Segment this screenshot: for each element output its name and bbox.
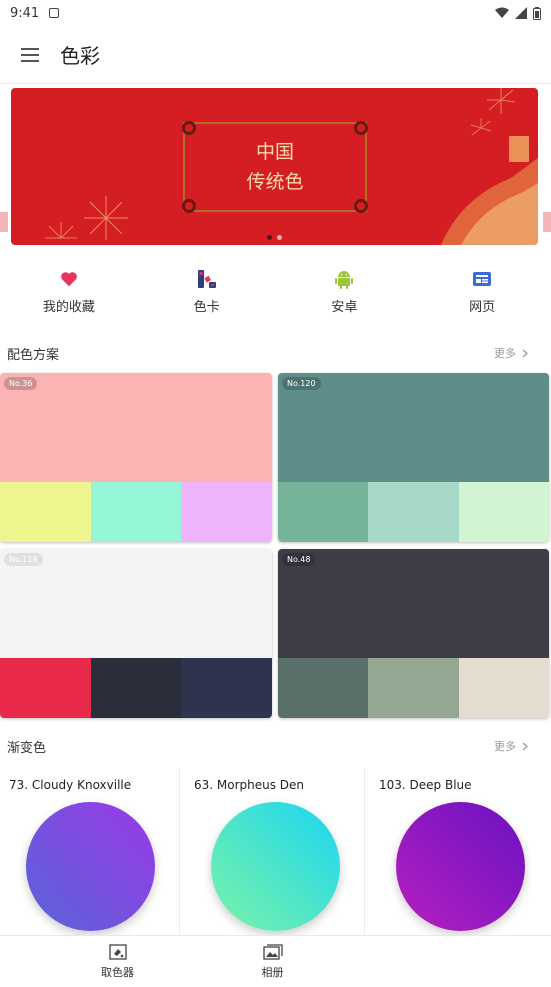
frame-corner-ornament xyxy=(182,121,196,135)
scheme-number-badge: No.48 xyxy=(282,553,316,566)
color-swatch xyxy=(368,658,459,718)
wifi-icon xyxy=(495,7,509,18)
color-swatch xyxy=(458,658,549,718)
carousel-dot-active xyxy=(267,235,272,240)
carousel-dot xyxy=(277,235,282,240)
scheme-swatch-row xyxy=(278,482,549,542)
quick-item-web[interactable]: 网页 xyxy=(413,262,551,330)
bottom-tab-color-picker[interactable]: 取色器 xyxy=(40,936,195,987)
frame-corner-ornament xyxy=(354,199,368,213)
battery-icon xyxy=(533,6,541,20)
bottom-tab-label: 取色器 xyxy=(101,965,134,979)
carousel-indicator xyxy=(11,235,538,240)
gradient-swatch xyxy=(26,802,155,931)
bottom-nav: 取色器 相册 xyxy=(0,935,551,987)
gradient-card[interactable]: 73. Cloudy Knoxville xyxy=(0,768,180,938)
gallery-icon xyxy=(262,943,283,960)
status-bar: 9:41 xyxy=(0,0,551,26)
scheme-swatch-row xyxy=(278,658,549,718)
scheme-swatch-row xyxy=(0,482,272,542)
color-swatch xyxy=(90,658,182,718)
chevron-right-icon xyxy=(522,742,528,750)
more-label: 更多 xyxy=(494,347,516,360)
banner-peek-right xyxy=(543,212,551,232)
gradient-name: 103. Deep Blue xyxy=(379,778,472,792)
gradient-section-header: 渐变色 更多 xyxy=(0,731,551,761)
frame-corner-ornament xyxy=(182,199,196,213)
color-swatch xyxy=(0,482,91,542)
bottom-tab-gallery[interactable]: 相册 xyxy=(195,936,350,987)
scheme-card[interactable]: No.36 xyxy=(0,373,272,542)
gradient-swatch xyxy=(211,802,340,931)
color-card-icon xyxy=(197,270,216,288)
scheme-card[interactable]: No.118 xyxy=(0,549,272,718)
gradient-card[interactable]: 63. Morpheus Den xyxy=(185,768,365,938)
menu-button[interactable] xyxy=(0,26,60,84)
section-title: 渐变色 xyxy=(7,740,47,756)
scheme-number-badge: No.118 xyxy=(4,553,43,566)
frame-corner-ornament xyxy=(354,121,368,135)
scheme-main-swatch: No.36 xyxy=(0,373,272,482)
color-swatch xyxy=(0,658,91,718)
quick-item-label: 网页 xyxy=(469,300,496,315)
color-swatch xyxy=(90,482,182,542)
status-time: 9:41 xyxy=(10,5,40,21)
scheme-swatch-row xyxy=(0,658,272,718)
heart-icon xyxy=(61,272,77,287)
android-icon xyxy=(335,271,354,289)
gradient-swatch xyxy=(396,802,525,931)
banner-title-line2: 传统色 xyxy=(246,171,304,193)
app-bar: 色彩 xyxy=(0,26,551,84)
scheme-main-swatch: No.120 xyxy=(278,373,549,482)
quick-item-label: 我的收藏 xyxy=(42,300,95,315)
color-swatch xyxy=(278,482,369,542)
hamburger-icon xyxy=(21,47,39,62)
gradient-name: 73. Cloudy Knoxville xyxy=(9,778,132,792)
section-title: 配色方案 xyxy=(7,347,60,363)
banner-title-frame: 中国 传统色 xyxy=(182,121,368,213)
more-label: 更多 xyxy=(494,740,516,753)
quick-item-favorites[interactable]: 我的收藏 xyxy=(0,262,138,330)
color-picker-icon xyxy=(108,943,127,960)
banner-title-line1: 中国 xyxy=(255,141,294,163)
scheme-card[interactable]: No.120 xyxy=(278,373,549,542)
quick-item-label: 色卡 xyxy=(193,300,220,315)
page-title: 色彩 xyxy=(60,44,100,68)
gradient-name: 63. Morpheus Den xyxy=(194,778,305,792)
status-icons xyxy=(495,6,541,20)
gradient-more-link[interactable]: 更多 xyxy=(494,738,544,754)
gradient-card[interactable]: 103. Deep Blue xyxy=(370,768,550,938)
scheme-main-swatch: No.48 xyxy=(278,549,549,658)
notification-icon xyxy=(49,8,60,18)
schemes-more-link[interactable]: 更多 xyxy=(494,345,544,361)
scheme-number-badge: No.36 xyxy=(4,377,38,390)
quick-item-color-card[interactable]: 色卡 xyxy=(138,262,276,330)
signal-icon xyxy=(515,7,527,19)
banner-carousel[interactable]: 中国 传统色 xyxy=(11,88,538,245)
color-swatch xyxy=(458,482,549,542)
schemes-section-header: 配色方案 更多 xyxy=(0,338,551,368)
quick-item-label: 安卓 xyxy=(331,300,358,315)
scheme-card[interactable]: No.48 xyxy=(278,549,549,718)
quick-item-android[interactable]: 安卓 xyxy=(276,262,414,330)
color-swatch xyxy=(181,658,272,718)
scheme-main-swatch: No.118 xyxy=(0,549,272,658)
color-swatch xyxy=(368,482,459,542)
quick-nav: 我的收藏 色卡 安卓 网页 xyxy=(0,262,551,330)
bottom-tab-label: 相册 xyxy=(261,965,284,979)
banner-peek-left xyxy=(0,212,8,232)
color-swatch xyxy=(181,482,272,542)
web-icon xyxy=(473,272,492,286)
chevron-right-icon xyxy=(522,349,528,357)
scheme-number-badge: No.120 xyxy=(282,377,321,390)
color-swatch xyxy=(278,658,369,718)
